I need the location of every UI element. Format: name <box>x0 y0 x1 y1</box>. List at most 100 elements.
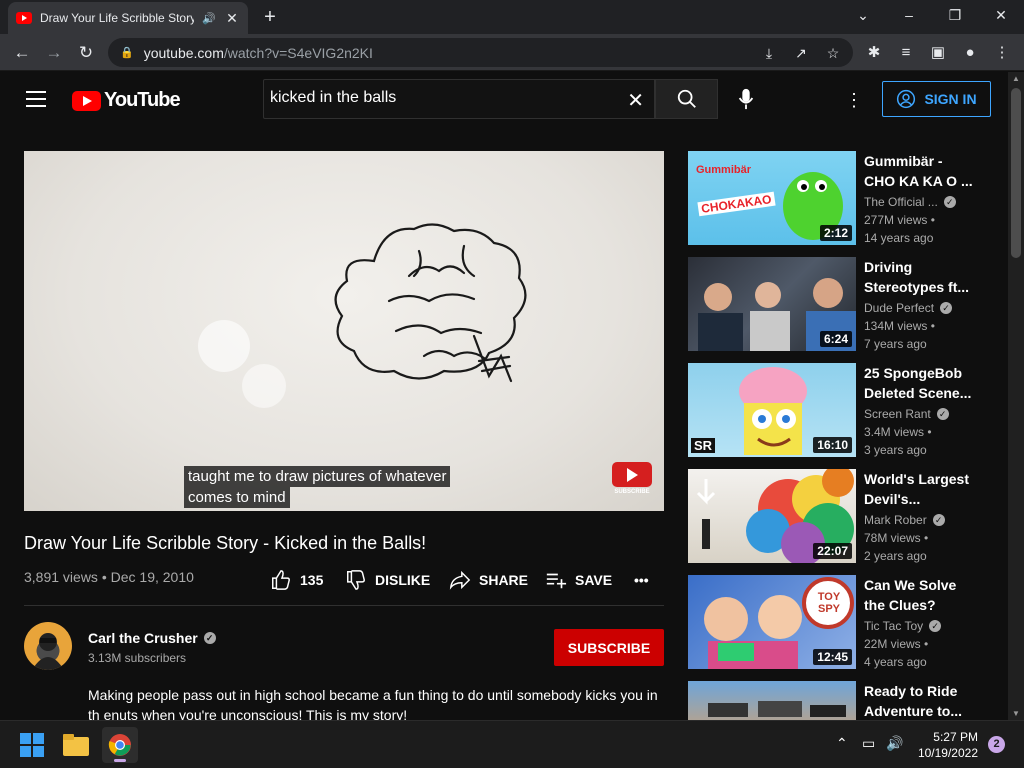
related-age: 4 years ago <box>864 655 927 669</box>
system-clock[interactable]: 5:27 PM 10/19/2022 <box>910 729 978 761</box>
watermark-label: SUBSCRIBE <box>614 489 650 495</box>
sign-in-label: SIGN IN <box>924 91 977 107</box>
bookmark-star-icon[interactable]: ☆ <box>822 42 844 64</box>
reload-icon[interactable]: ↻ <box>72 39 100 67</box>
related-video[interactable]: TOY SPY 12:45 Can We Solve the Clues? Ti… <box>688 575 998 669</box>
dislike-button[interactable]: DISLIKE <box>345 566 430 594</box>
forward-arrow-icon[interactable]: → <box>40 39 68 67</box>
search-box: ✕ <box>263 79 655 119</box>
media-queue-icon[interactable]: ≡ <box>892 39 920 67</box>
lock-icon[interactable]: 🔒 <box>120 46 134 59</box>
browser-tab[interactable]: Draw Your Life Scribble Story 🔊 ✕ <box>8 2 248 34</box>
clear-search-icon[interactable]: ✕ <box>627 88 644 113</box>
thumbnail-text: TOY SPY <box>817 591 841 615</box>
clock-time: 5:27 PM <box>933 730 978 744</box>
related-channel-row[interactable]: The Official ... ✓ <box>864 195 956 209</box>
related-video[interactable]: 6:24 Driving Stereotypes ft... Dude Perf… <box>688 257 998 351</box>
youtube-logo[interactable]: YouTube <box>72 89 181 112</box>
more-actions-icon[interactable]: ••• <box>634 566 649 594</box>
address-bar[interactable]: 🔒 youtube.com/watch?v=S4eVIG2n2KI ⤓ ↗ ☆ <box>108 38 853 67</box>
minimize-button[interactable]: – <box>886 0 932 34</box>
notification-badge[interactable]: 2 <box>988 736 1005 753</box>
clock-date: 10/19/2022 <box>917 746 978 760</box>
video-thumbnail[interactable]: 6:24 <box>688 257 856 351</box>
video-thumbnail[interactable]: Gummibär CHOKAKAO 2:12 <box>688 151 856 245</box>
share-page-icon[interactable]: ↗ <box>790 42 812 64</box>
related-views: 277M views • <box>864 213 935 227</box>
settings-menu-icon[interactable]: ⋮ <box>842 86 866 114</box>
related-views: 78M views • <box>864 531 929 545</box>
subscribe-button[interactable]: SUBSCRIBE <box>554 629 664 666</box>
audio-playing-icon[interactable]: 🔊 <box>202 12 216 25</box>
new-tab-button[interactable]: + <box>258 6 282 30</box>
video-thumbnail[interactable]: 22:07 <box>688 469 856 563</box>
share-label: SHARE <box>479 572 529 588</box>
video-thumbnail[interactable] <box>688 681 856 720</box>
close-window-button[interactable]: ✕ <box>978 0 1024 34</box>
like-button[interactable]: 135 <box>270 566 323 594</box>
thumbs-down-icon <box>347 570 365 590</box>
divider <box>24 605 664 606</box>
youtube-favicon-icon <box>16 12 32 24</box>
brain-drawing <box>198 223 527 408</box>
related-title[interactable]: Ready to Ride Adventure to... <box>864 681 974 720</box>
save-button[interactable]: SAVE <box>545 566 612 594</box>
start-button[interactable] <box>14 727 50 763</box>
close-tab-icon[interactable]: ✕ <box>224 10 240 27</box>
chrome-taskbar-button[interactable] <box>102 727 138 763</box>
verified-check-icon: ✓ <box>936 408 949 420</box>
related-video[interactable]: SR 16:10 25 SpongeBob Deleted Scene... S… <box>688 363 998 457</box>
install-app-icon[interactable]: ⤓ <box>758 42 780 64</box>
channel-avatar[interactable] <box>24 622 72 670</box>
video-thumbnail[interactable]: SR 16:10 <box>688 363 856 457</box>
related-channel-row[interactable]: Tic Tac Toy ✓ <box>864 619 942 633</box>
related-age: 14 years ago <box>864 231 934 245</box>
related-video[interactable]: 22:07 World's Largest Devil's... Mark Ro… <box>688 469 998 563</box>
browser-menu-icon[interactable]: ⋮ <box>988 39 1016 67</box>
channel-name-row[interactable]: Carl the Crusher ✓ <box>88 630 216 646</box>
scrollbar-thumb[interactable] <box>1011 88 1021 258</box>
playlist-add-icon <box>546 573 567 589</box>
related-channel-row[interactable]: Mark Rober ✓ <box>864 513 945 527</box>
upload-date: Dec 19, 2010 <box>110 569 194 585</box>
side-panel-icon[interactable]: ▣ <box>924 39 952 67</box>
related-video[interactable]: Gummibär CHOKAKAO 2:12 Gummibär - CHO KA… <box>688 151 998 245</box>
search-button[interactable] <box>655 79 718 119</box>
share-button[interactable]: SHARE <box>449 566 528 594</box>
sign-in-button[interactable]: SIGN IN <box>882 81 991 117</box>
video-duration: 6:24 <box>819 331 852 347</box>
profile-icon[interactable]: ● <box>956 39 984 67</box>
scroll-down-arrow-icon[interactable]: ▼ <box>1008 709 1024 718</box>
related-title[interactable]: Can We Solve the Clues? <box>864 575 974 615</box>
voice-search-button[interactable] <box>728 81 764 117</box>
related-title[interactable]: Driving Stereotypes ft... <box>864 257 974 297</box>
video-thumbnail[interactable]: TOY SPY 12:45 <box>688 575 856 669</box>
related-channel-row[interactable]: Dude Perfect ✓ <box>864 301 953 315</box>
hamburger-menu-icon[interactable] <box>26 91 46 107</box>
folder-icon <box>63 734 89 756</box>
extensions-puzzle-icon[interactable]: ✱ <box>860 39 888 67</box>
related-channel-row[interactable]: Screen Rant ✓ <box>864 407 949 421</box>
page-scrollbar[interactable]: ▲ ▼ <box>1008 72 1024 720</box>
share-arrow-icon <box>449 570 471 590</box>
browser-tab-strip: Draw Your Life Scribble Story 🔊 ✕ + ⌄ – … <box>0 0 1024 34</box>
back-arrow-icon[interactable]: ← <box>8 39 36 67</box>
related-title[interactable]: 25 SpongeBob Deleted Scene... <box>864 363 974 403</box>
show-hidden-icons-icon[interactable]: ⌃ <box>836 735 848 752</box>
related-title[interactable]: Gummibär - CHO KA KA O ... <box>864 151 974 191</box>
network-icon[interactable]: ▭ <box>862 735 875 752</box>
dislike-label: DISLIKE <box>375 572 431 588</box>
related-video[interactable]: Ready to Ride Adventure to... <box>688 681 998 720</box>
restore-button[interactable]: ❐ <box>932 0 978 34</box>
microphone-icon <box>738 88 754 110</box>
related-title[interactable]: World's Largest Devil's... <box>864 469 974 509</box>
caption-line-1: taught me to draw pictures of whatever <box>184 466 451 487</box>
subscribe-watermark[interactable]: SUBSCRIBE <box>612 462 652 498</box>
tab-search-icon[interactable]: ⌄ <box>840 0 886 34</box>
search-input[interactable] <box>270 89 610 107</box>
file-explorer-button[interactable] <box>58 727 94 763</box>
video-player[interactable]: taught me to draw pictures of whatever c… <box>24 151 664 511</box>
volume-icon[interactable]: 🔊 <box>886 735 903 752</box>
scroll-up-arrow-icon[interactable]: ▲ <box>1008 74 1024 83</box>
related-channel: Screen Rant <box>864 407 931 421</box>
